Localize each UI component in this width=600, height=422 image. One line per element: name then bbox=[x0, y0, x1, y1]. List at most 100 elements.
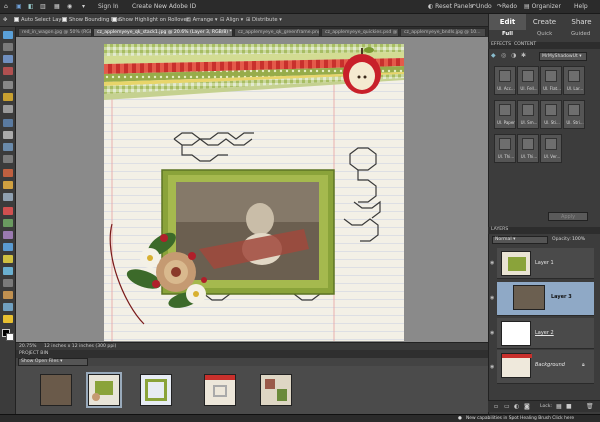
lock-transparency-icon[interactable]: ▦ bbox=[556, 403, 562, 410]
new-capabilities-link[interactable]: New capabilities in Spot Healing Brush C… bbox=[466, 416, 574, 421]
doc-tab-1[interactable]: red_in_wagon.jpg @ 50% (RGB/... bbox=[18, 28, 92, 37]
crop-tool-icon[interactable] bbox=[3, 143, 13, 151]
adjustment-layer-icon[interactable]: ◐ bbox=[514, 403, 519, 410]
magic-wand-icon[interactable] bbox=[3, 105, 13, 113]
doc-tab-active[interactable]: cz_applemyeye_qk_stack1.jpg @ 20.6% (Lay… bbox=[93, 28, 233, 37]
doc-tab-3[interactable]: cz_applemyeye_qk_greenframe.png bbox=[234, 28, 320, 37]
effect-swatch[interactable]: Ul. Sm... bbox=[517, 100, 539, 129]
move-tool-icon[interactable] bbox=[3, 31, 13, 39]
eyedropper-icon[interactable] bbox=[3, 67, 13, 75]
menubar-divider: | bbox=[116, 3, 119, 10]
auto-select-checkbox[interactable]: Auto Select Layer bbox=[14, 17, 67, 23]
effect-swatch[interactable]: Ul. Acc... bbox=[494, 66, 516, 95]
type-tool-icon[interactable] bbox=[3, 131, 13, 139]
layer-row[interactable]: Layer 2 bbox=[497, 318, 594, 349]
tab-effects[interactable]: EFFECTS bbox=[491, 42, 511, 47]
recompose-icon[interactable] bbox=[3, 155, 13, 163]
layer-mask-icon[interactable]: ◙ bbox=[524, 403, 530, 410]
doc-tab-5[interactable]: cz_applemyeye_bndls.jpg @ 10... bbox=[400, 28, 486, 37]
tab-share[interactable]: Share bbox=[563, 14, 600, 30]
visibility-eye-icon[interactable]: ◉ bbox=[490, 364, 496, 370]
effect-swatch[interactable]: Ul. Stri... bbox=[563, 100, 585, 129]
visibility-eye-icon[interactable]: ◉ bbox=[490, 330, 496, 336]
bin-thumb-frame[interactable] bbox=[140, 374, 172, 406]
sponge-icon[interactable] bbox=[3, 291, 13, 299]
smart-brush-icon[interactable] bbox=[3, 231, 13, 239]
gradient-icon[interactable] bbox=[3, 255, 13, 263]
cookie-cutter-icon[interactable] bbox=[3, 315, 13, 323]
zoom-tool-icon[interactable] bbox=[3, 43, 13, 51]
red-eye-icon[interactable] bbox=[3, 169, 13, 177]
background-color-swatch[interactable] bbox=[6, 333, 14, 341]
eraser-icon[interactable] bbox=[3, 207, 13, 215]
visibility-eye-icon[interactable]: ◉ bbox=[490, 260, 496, 266]
effect-swatch[interactable]: Ul. Lar... bbox=[563, 66, 585, 95]
zoom-small-icon[interactable]: ◉ bbox=[67, 3, 72, 10]
layer-row[interactable]: Background 🔒︎ bbox=[497, 350, 594, 384]
opacity-value[interactable]: 100% bbox=[572, 237, 585, 242]
reset-panels-button[interactable]: ◐ Reset Panels bbox=[428, 3, 473, 10]
photo-effects-icon[interactable]: ◑ bbox=[511, 52, 516, 59]
blur-icon[interactable] bbox=[3, 279, 13, 287]
zoom-readout[interactable]: 20.75% bbox=[19, 344, 37, 349]
bin-source-dropdown[interactable]: Show Open Files ▾ bbox=[18, 358, 88, 366]
layer-styles-icon[interactable]: ◆ bbox=[491, 52, 496, 59]
subtab-guided[interactable]: Guided bbox=[571, 31, 590, 37]
marquee-icon[interactable] bbox=[3, 81, 13, 89]
tab-edit[interactable]: Edit bbox=[489, 14, 526, 30]
layer-row[interactable]: Layer 1 bbox=[497, 248, 594, 279]
hand-tool-icon[interactable] bbox=[3, 55, 13, 63]
delete-layer-icon[interactable]: 🗑︎ bbox=[586, 403, 594, 410]
bin-thumb-wagon-photo[interactable] bbox=[40, 374, 72, 406]
pencil-icon[interactable] bbox=[3, 303, 13, 311]
scrapbook-page[interactable] bbox=[104, 44, 404, 341]
layer-row-selected[interactable]: Layer 3 bbox=[497, 282, 594, 316]
quick-selection-icon[interactable] bbox=[3, 119, 13, 127]
effect-swatch[interactable]: Ul. Thi... bbox=[517, 134, 539, 163]
doc-tab-4[interactable]: cz_applemyeye_quickies.psd @ ... bbox=[321, 28, 399, 37]
apply-button[interactable]: Apply bbox=[548, 212, 588, 221]
file-icon[interactable]: ▣ bbox=[16, 3, 22, 10]
highlight-checkbox[interactable]: Show Highlight on Rollover bbox=[112, 17, 189, 23]
zoom-level-dropdown[interactable]: ▾ bbox=[82, 3, 85, 10]
effect-swatch[interactable]: Ul. Paper bbox=[494, 100, 516, 129]
tab-create[interactable]: Create bbox=[526, 14, 563, 30]
new-layer-icon[interactable]: ▫ bbox=[494, 403, 498, 410]
effects-category-dropdown[interactable]: MrMyShadowUt ▾ bbox=[539, 52, 587, 61]
bin-thumb-bundle[interactable] bbox=[260, 374, 292, 406]
spot-healing-icon[interactable] bbox=[3, 181, 13, 189]
redo-button[interactable]: ↷Redo bbox=[497, 3, 517, 10]
visibility-eye-icon[interactable]: ◉ bbox=[490, 295, 496, 301]
paint-bucket-icon[interactable] bbox=[3, 243, 13, 251]
lasso-icon[interactable] bbox=[3, 93, 13, 101]
grid-small-icon[interactable]: ▦ bbox=[54, 3, 60, 10]
lock-all-icon[interactable]: ■ bbox=[566, 403, 572, 410]
blend-mode-dropdown[interactable]: Normal ▾ bbox=[492, 236, 548, 244]
filters-icon[interactable]: ◎ bbox=[501, 52, 506, 59]
tab-content[interactable]: CONTENT bbox=[514, 42, 536, 47]
effect-swatch[interactable]: Ul. Flat... bbox=[540, 66, 562, 95]
shape-icon[interactable] bbox=[3, 267, 13, 275]
clone-stamp-icon[interactable] bbox=[3, 193, 13, 201]
arrange-small-icon[interactable]: ▥ bbox=[40, 3, 46, 10]
align-menu[interactable]: ⊟ Align ▾ bbox=[220, 17, 243, 23]
home-icon[interactable]: ⌂ bbox=[4, 3, 8, 10]
bin-thumb-quickie[interactable] bbox=[204, 374, 236, 406]
effect-swatch[interactable]: Ul. Ver... bbox=[540, 134, 562, 163]
subtab-full[interactable]: Full bbox=[502, 31, 513, 37]
effect-swatch[interactable]: Ul. Fell... bbox=[517, 66, 539, 95]
brush-icon[interactable] bbox=[3, 219, 13, 227]
subtab-quick[interactable]: Quick bbox=[537, 31, 552, 37]
help-button[interactable]: Help bbox=[574, 3, 588, 10]
organizer-button[interactable]: ▤ Organizer bbox=[524, 3, 561, 10]
effect-swatch[interactable]: Ul. Thi... bbox=[494, 134, 516, 163]
bin-thumb-current-layout[interactable] bbox=[86, 372, 122, 408]
organizer-small-icon[interactable]: ◧ bbox=[28, 3, 34, 10]
distribute-menu[interactable]: ⊞ Distribute ▾ bbox=[246, 17, 282, 23]
effect-swatch[interactable]: Ul. Sti... bbox=[540, 100, 562, 129]
styles-icon[interactable]: ✱ bbox=[521, 52, 526, 59]
arrange-menu[interactable]: ▤ Arrange ▾ bbox=[186, 17, 218, 23]
new-group-icon[interactable]: ▭ bbox=[504, 403, 510, 410]
create-adobe-id-link[interactable]: Create New Adobe ID bbox=[132, 3, 196, 10]
undo-button[interactable]: ↶Undo bbox=[471, 3, 492, 10]
